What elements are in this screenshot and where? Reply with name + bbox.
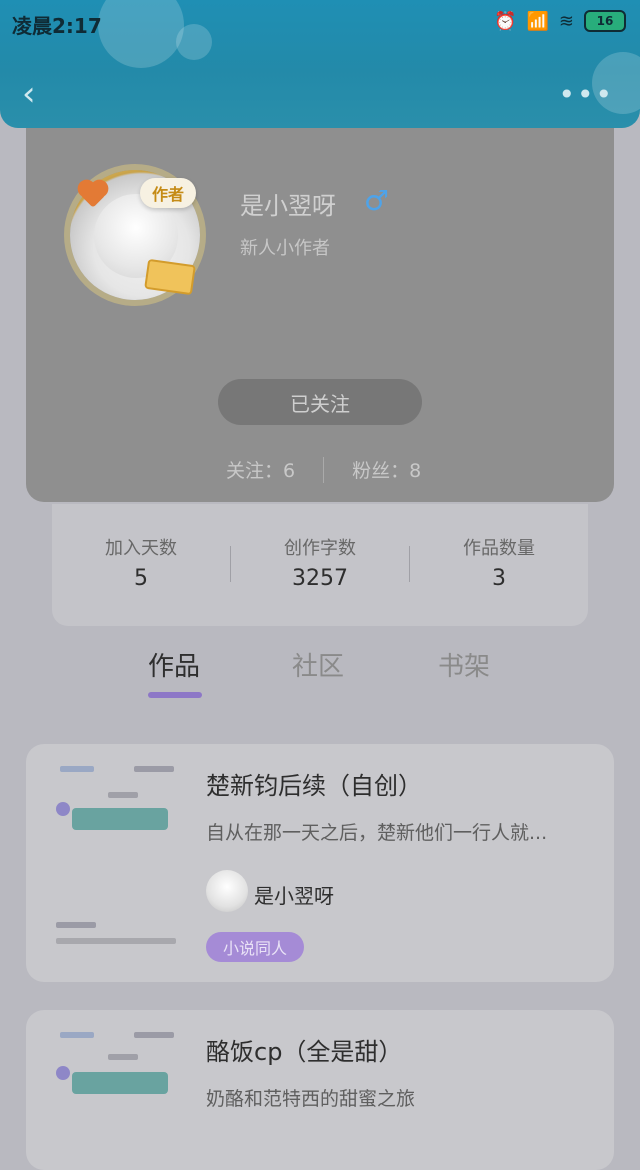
stat-work-count: 作品数量 3	[410, 534, 588, 591]
follow-stats: 关注：6 粉丝：8	[226, 456, 421, 483]
divider	[323, 456, 325, 483]
work-title[interactable]: 楚新钧后续（自创）	[206, 766, 422, 801]
stat-value: 3257	[292, 566, 348, 591]
author-badge: 作者	[140, 178, 196, 208]
active-tab-indicator	[148, 692, 202, 698]
decor-bubble	[176, 24, 212, 60]
status-time: 凌晨2:17	[12, 14, 102, 38]
user-subtitle: 新人小作者	[240, 238, 330, 259]
battery-level: 16	[596, 14, 614, 28]
work-description: 奶酪和范特西的甜蜜之旅	[206, 1088, 416, 1110]
following-count[interactable]: 关注：6	[226, 456, 295, 483]
stat-word-count: 创作字数 3257	[231, 534, 409, 591]
alarm-icon: ⏰	[494, 10, 517, 32]
follow-button[interactable]: 已关注	[218, 379, 422, 425]
tab-works[interactable]: 作品	[148, 646, 200, 683]
decor-bubble	[98, 0, 184, 68]
more-button[interactable]: •••	[558, 78, 614, 111]
signal-icon: 📶	[526, 10, 549, 32]
stat-value: 5	[134, 566, 148, 591]
stat-label: 作品数量	[463, 538, 535, 559]
fans-count[interactable]: 粉丝：8	[352, 456, 421, 483]
wifi-icon: ≋	[558, 10, 574, 32]
stat-label: 创作字数	[284, 538, 356, 559]
author-name[interactable]: 是小翌呀	[254, 880, 334, 909]
author-avatar[interactable]	[206, 870, 248, 912]
male-gender-icon: ♂	[364, 184, 390, 217]
work-cover-thumbnail[interactable]	[52, 1028, 188, 1138]
work-title[interactable]: 酪饭cp（全是甜）	[206, 1032, 402, 1067]
more-dots-icon: •••	[558, 78, 614, 111]
app-header: 凌晨2:17 ⏰ 📶 ≋ 16 ‹ •••	[0, 0, 640, 128]
work-description: 自从在那一天之后，楚新他们一行人就...	[206, 822, 548, 844]
work-cover-thumbnail[interactable]	[52, 762, 188, 962]
book-icon	[144, 258, 196, 296]
chevron-left-icon: ‹	[22, 74, 36, 114]
stat-label: 加入天数	[105, 538, 177, 559]
stat-join-days: 加入天数 5	[52, 534, 230, 591]
stat-value: 3	[492, 566, 506, 591]
tab-community[interactable]: 社区	[292, 646, 344, 683]
work-tag[interactable]: 小说同人	[206, 932, 304, 962]
tab-bookshelf[interactable]: 书架	[438, 646, 490, 683]
battery-icon: 16	[584, 10, 626, 32]
back-button[interactable]: ‹	[22, 74, 36, 114]
username: 是小翌呀	[240, 192, 336, 220]
status-icons: ⏰ 📶 ≋ 16	[494, 10, 626, 32]
